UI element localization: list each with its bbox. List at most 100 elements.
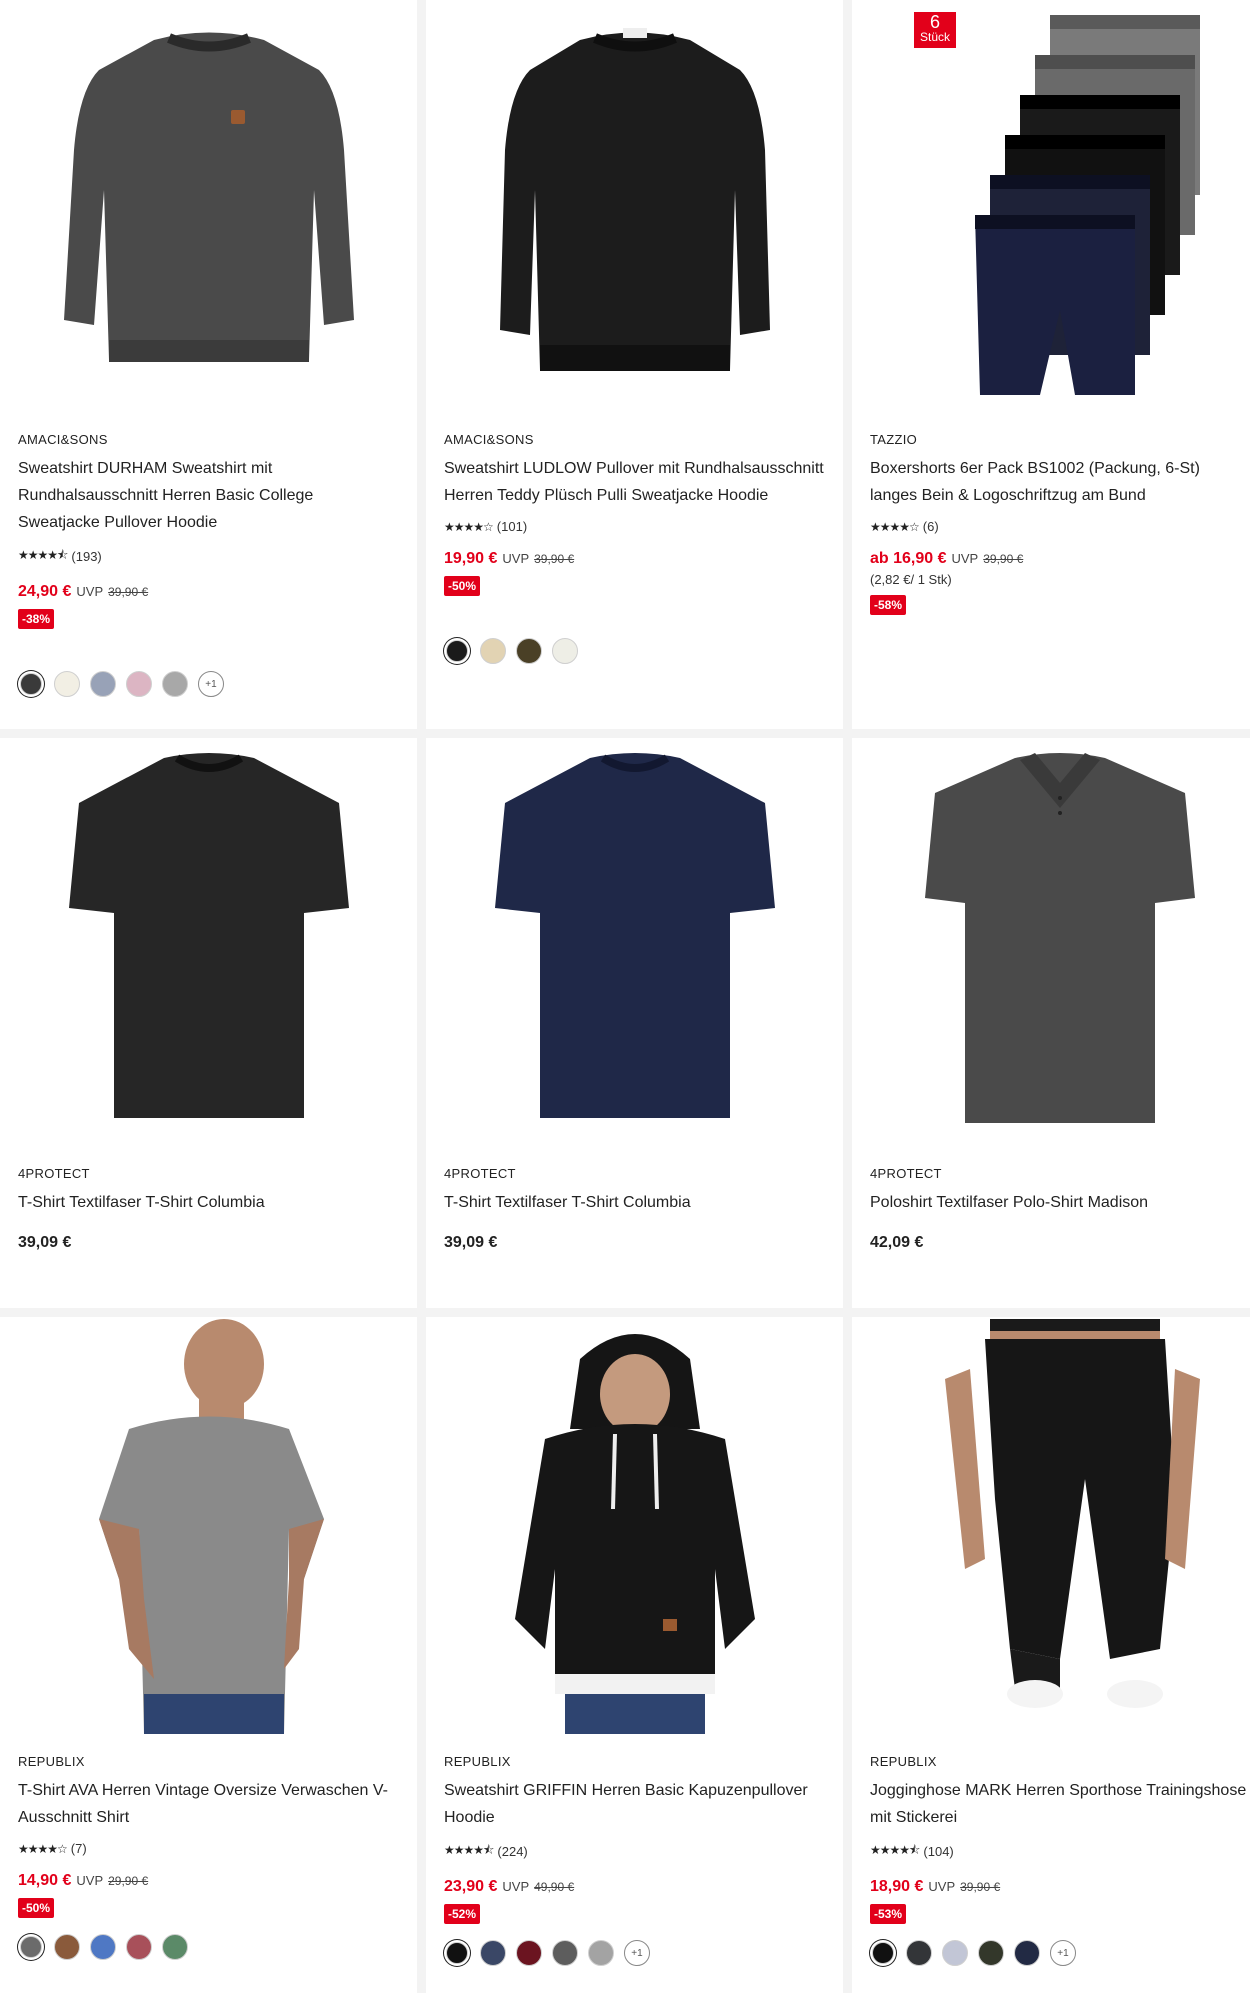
color-swatch[interactable] xyxy=(906,1940,932,1966)
brand-name: REPUBLIX xyxy=(18,1754,85,1769)
brand-name: REPUBLIX xyxy=(444,1754,511,1769)
brand-name: AMACI&SONS xyxy=(444,432,534,447)
product-card[interactable]: 4PROTECT T-Shirt Textilfaser T-Shirt Col… xyxy=(0,738,417,1308)
rating-count: (7) xyxy=(70,1841,87,1856)
color-swatch[interactable] xyxy=(126,1934,152,1960)
old-price: 39,90 € xyxy=(534,552,575,566)
product-image[interactable] xyxy=(0,0,417,420)
product-title[interactable]: T-Shirt AVA Herren Vintage Oversize Verw… xyxy=(18,1777,399,1831)
boxershorts-pack-image xyxy=(975,15,1200,395)
uvp-label: UVP xyxy=(928,1879,956,1894)
price-line: 24,90 € UVP 39,90 € xyxy=(18,583,399,601)
color-swatch[interactable] xyxy=(54,671,80,697)
color-swatch[interactable] xyxy=(126,671,152,697)
color-swatch[interactable] xyxy=(20,673,42,695)
product-image[interactable] xyxy=(0,738,417,1148)
more-colors-button[interactable]: +1 xyxy=(198,671,224,697)
product-image[interactable]: 6 Stück xyxy=(852,0,1250,420)
product-title[interactable]: T-Shirt Textilfaser T-Shirt Columbia xyxy=(444,1189,825,1216)
unit-price: (2,82 €/ 1 Stk) xyxy=(870,572,952,587)
color-swatch[interactable] xyxy=(516,638,542,664)
sale-price: 14,90 € xyxy=(18,1872,72,1889)
product-title[interactable]: Sweatshirt GRIFFIN Herren Basic Kapuzenp… xyxy=(444,1777,825,1831)
old-price: 39,90 € xyxy=(108,585,149,599)
color-swatch[interactable] xyxy=(872,1942,894,1964)
more-colors-button[interactable]: +1 xyxy=(624,1940,650,1966)
rating-count: (6) xyxy=(922,519,939,534)
price-line: 42,09 € xyxy=(870,1234,1250,1252)
brand-name: AMACI&SONS xyxy=(18,432,108,447)
sale-price: 23,90 € xyxy=(444,1878,498,1895)
price-line: 39,09 € xyxy=(444,1234,825,1252)
color-swatch[interactable] xyxy=(90,1934,116,1960)
product-image[interactable] xyxy=(426,1319,843,1734)
more-colors-button[interactable]: +1 xyxy=(1050,1940,1076,1966)
old-price: 29,90 € xyxy=(108,1874,149,1888)
price: 42,09 € xyxy=(870,1234,924,1251)
product-image[interactable] xyxy=(426,0,843,420)
color-swatch[interactable] xyxy=(516,1940,542,1966)
product-card[interactable]: 4PROTECT T-Shirt Textilfaser T-Shirt Col… xyxy=(426,738,843,1308)
product-card[interactable]: REPUBLIX T-Shirt AVA Herren Vintage Over… xyxy=(0,1317,417,1993)
product-card[interactable]: AMACI&SONS Sweatshirt LUDLOW Pullover mi… xyxy=(426,0,843,729)
color-swatch[interactable] xyxy=(90,671,116,697)
color-swatch[interactable] xyxy=(446,1942,468,1964)
rating: ★★★★☆ (6) xyxy=(870,519,1250,534)
sale-price: 19,90 € xyxy=(444,550,498,567)
color-swatch[interactable] xyxy=(588,1940,614,1966)
product-image[interactable] xyxy=(0,1319,417,1734)
star-rating-icon: ★★★★⯪ xyxy=(444,1843,494,1857)
product-title[interactable]: T-Shirt Textilfaser T-Shirt Columbia xyxy=(18,1189,399,1216)
old-price: 39,90 € xyxy=(960,1880,1001,1894)
star-rating-icon: ★★★★☆ xyxy=(870,519,920,534)
color-swatch[interactable] xyxy=(480,1940,506,1966)
color-swatch[interactable] xyxy=(978,1940,1004,1966)
sweatshirt-black-teddy-image xyxy=(499,28,770,371)
color-swatch[interactable] xyxy=(1014,1940,1040,1966)
price-line: 19,90 € UVP 39,90 € xyxy=(444,550,825,568)
product-card[interactable]: AMACI&SONS Sweatshirt DURHAM Sweatshirt … xyxy=(0,0,417,729)
color-swatches: +1 xyxy=(870,1940,1250,1966)
product-image[interactable] xyxy=(852,1319,1250,1734)
product-title[interactable]: Jogginghose MARK Herren Sporthose Traini… xyxy=(870,1777,1250,1831)
product-title[interactable]: Sweatshirt LUDLOW Pullover mit Rundhalsa… xyxy=(444,455,825,509)
model-joggers-black-image xyxy=(945,1319,1200,1708)
color-swatch[interactable] xyxy=(54,1934,80,1960)
rating: ★★★★⯪ (104) xyxy=(870,1841,1250,1862)
rating-count: (101) xyxy=(496,519,528,534)
color-swatch[interactable] xyxy=(20,1936,42,1958)
price: 39,09 € xyxy=(444,1234,498,1251)
product-card[interactable]: REPUBLIX Jogginghose MARK Herren Sportho… xyxy=(852,1317,1250,1993)
color-swatch[interactable] xyxy=(552,638,578,664)
color-swatch[interactable] xyxy=(942,1940,968,1966)
product-card[interactable]: 6 Stück TAZZIO Boxershorts 6er Pack BS10… xyxy=(852,0,1250,729)
rating-count: (104) xyxy=(923,1844,954,1859)
product-title[interactable]: Boxershorts 6er Pack BS1002 (Packung, 6-… xyxy=(870,455,1250,509)
product-card[interactable]: REPUBLIX Sweatshirt GRIFFIN Herren Basic… xyxy=(426,1317,843,1993)
rating: ★★★★☆ (7) xyxy=(18,1841,399,1856)
price-line: ab 16,90 € UVP 39,90 € xyxy=(870,550,1250,568)
color-swatch[interactable] xyxy=(162,671,188,697)
color-swatch[interactable] xyxy=(446,640,468,662)
rating-count: (224) xyxy=(497,1844,528,1859)
color-swatch[interactable] xyxy=(162,1934,188,1960)
product-image[interactable] xyxy=(426,738,843,1148)
rating: ★★★★☆ (101) xyxy=(444,519,825,534)
product-title[interactable]: Sweatshirt DURHAM Sweatshirt mit Rundhal… xyxy=(18,455,399,536)
price-line: 14,90 € UVP 29,90 € xyxy=(18,1872,399,1890)
pack-number: 6 xyxy=(930,12,941,32)
product-card[interactable]: 4PROTECT Poloshirt Textilfaser Polo-Shir… xyxy=(852,738,1250,1308)
uvp-label: UVP xyxy=(76,584,104,599)
color-swatch[interactable] xyxy=(480,638,506,664)
sale-price: 18,90 € xyxy=(870,1878,924,1895)
color-swatch[interactable] xyxy=(552,1940,578,1966)
discount-badge: -38% xyxy=(18,609,55,629)
brand-name: 4PROTECT xyxy=(870,1166,942,1181)
product-title[interactable]: Poloshirt Textilfaser Polo-Shirt Madison xyxy=(870,1189,1250,1216)
color-swatches: +1 xyxy=(444,1940,825,1966)
price: 39,09 € xyxy=(18,1234,72,1251)
uvp-label: UVP xyxy=(951,551,979,566)
polo-grey-image xyxy=(925,753,1195,1123)
price-line: 23,90 € UVP 49,90 € xyxy=(444,1878,825,1896)
product-image[interactable] xyxy=(852,738,1250,1148)
